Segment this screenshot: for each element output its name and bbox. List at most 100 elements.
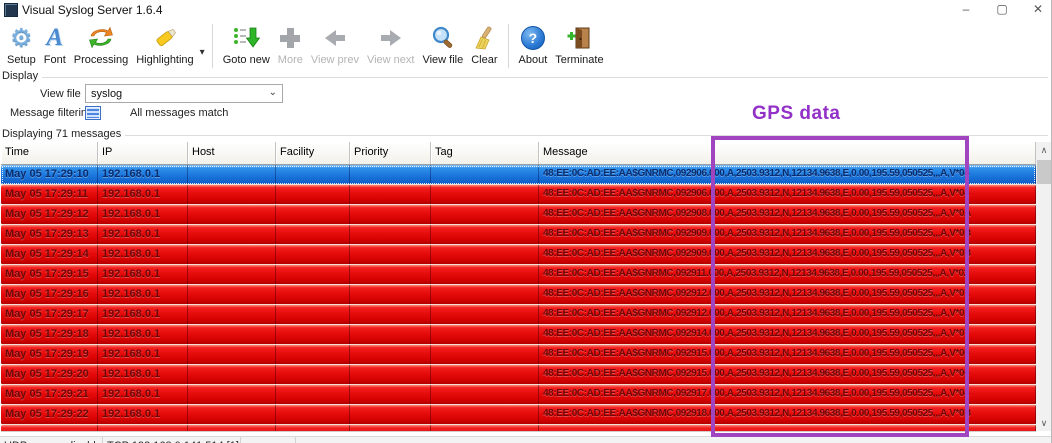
toolbar-button-label: Terminate: [555, 54, 603, 66]
toolbar-button-label: View prev: [311, 54, 359, 66]
toolbar-button-label: View next: [367, 54, 415, 66]
cell-time: May 05 17:29:18: [1, 325, 98, 344]
toolbar-button-label: Highlighting: [136, 54, 193, 66]
cell-time: May 05 17:29:17: [1, 305, 98, 324]
processing-arrows-icon: [87, 23, 115, 53]
column-header-time[interactable]: Time: [1, 142, 98, 164]
cell-facility: [276, 205, 350, 224]
cell-tag: [431, 285, 539, 304]
terminate-button[interactable]: Terminate: [552, 22, 606, 70]
cell-tag: [431, 205, 539, 224]
cell-priority: [350, 365, 431, 384]
column-header-host[interactable]: Host: [188, 142, 276, 164]
vertical-scrollbar[interactable]: ∧ ∨: [1036, 142, 1052, 431]
setup-button[interactable]: ⚙ Setup: [4, 22, 39, 70]
cell-time: May 05 17:29:21: [1, 385, 98, 404]
toolbar-button-label: Processing: [74, 54, 128, 66]
messages-count-label: Displaying 71 messages: [2, 128, 125, 140]
about-button[interactable]: ? About: [516, 22, 551, 70]
cell-tag: [431, 345, 539, 364]
column-header-ip[interactable]: IP: [98, 142, 188, 164]
cell-facility: [276, 365, 350, 384]
cell-message: 48:EE:0C:AD:EE:AA$GNRMC,092915.000,A,250…: [539, 345, 1036, 364]
cell-ip: 192.168.0.1: [98, 265, 188, 284]
cell-host: [188, 305, 276, 324]
table-row[interactable]: May 05 17:29:10192.168.0.148:EE:0C:AD:EE…: [1, 165, 1036, 185]
toolbar-button-label: More: [278, 54, 303, 66]
toolbar-button-label: Goto new: [223, 54, 270, 66]
cell-tag: [431, 245, 539, 264]
cell-tag: [431, 225, 539, 244]
table-row[interactable]: May 05 17:29:11192.168.0.148:EE:0C:AD:EE…: [1, 185, 1036, 205]
cell-priority: [350, 245, 431, 264]
maximize-button[interactable]: ▢: [995, 0, 1009, 19]
column-header-priority[interactable]: Priority: [350, 142, 431, 164]
scrollbar-thumb[interactable]: [1037, 160, 1051, 184]
toolbar-button-label: View file: [422, 54, 463, 66]
column-header-facility[interactable]: Facility: [276, 142, 350, 164]
table-row-partial: [1, 425, 1036, 432]
font-button[interactable]: A Font: [41, 22, 69, 70]
cell-tag: [431, 385, 539, 404]
filtering-status: All messages match: [130, 107, 228, 119]
table-row[interactable]: May 05 17:29:16192.168.0.148:EE:0C:AD:EE…: [1, 285, 1036, 305]
cell-facility: [276, 285, 350, 304]
column-header-message[interactable]: Message: [539, 142, 1036, 164]
table-row[interactable]: May 05 17:29:14192.168.0.148:EE:0C:AD:EE…: [1, 245, 1036, 265]
cell-message: 48:EE:0C:AD:EE:AA$GNRMC,092914.000,A,250…: [539, 325, 1036, 344]
cell-time: May 05 17:29:11: [1, 185, 98, 204]
table-row[interactable]: May 05 17:29:15192.168.0.148:EE:0C:AD:EE…: [1, 265, 1036, 285]
highlighting-dropdown-caret-icon[interactable]: ▾: [200, 47, 205, 58]
cell-time: May 05 17:29:19: [1, 345, 98, 364]
message-filtering-label: Message filtering: [10, 107, 93, 119]
scroll-down-icon[interactable]: ∨: [1036, 415, 1052, 431]
view-file-value: syslog: [91, 88, 122, 100]
cell-tag: [431, 185, 539, 204]
toolbar-button-label: About: [519, 54, 548, 66]
toolbar-separator: [212, 24, 213, 68]
chevron-down-icon: ⌄: [269, 87, 277, 98]
cell-priority: [350, 325, 431, 344]
cell-ip: 192.168.0.1: [98, 165, 188, 184]
cell-time: May 05 17:29:15: [1, 265, 98, 284]
view-file-button[interactable]: View file: [419, 22, 466, 70]
processing-button[interactable]: Processing: [71, 22, 131, 70]
minimize-button[interactable]: –: [959, 0, 973, 19]
cell-facility: [276, 185, 350, 204]
clear-button[interactable]: Clear: [468, 22, 500, 70]
display-group-border: [2, 77, 1048, 78]
cell-facility: [276, 305, 350, 324]
toolbar: ⚙ Setup A Font Processing: [0, 20, 1051, 72]
cell-host: [188, 325, 276, 344]
table-row[interactable]: May 05 17:29:13192.168.0.148:EE:0C:AD:EE…: [1, 225, 1036, 245]
table-row[interactable]: May 05 17:29:21192.168.0.148:EE:0C:AD:EE…: [1, 385, 1036, 405]
cell-facility: [276, 165, 350, 184]
table-row[interactable]: May 05 17:29:20192.168.0.148:EE:0C:AD:EE…: [1, 365, 1036, 385]
close-button[interactable]: ✕: [1031, 0, 1045, 19]
view-file-label: View file: [40, 88, 81, 100]
filter-icon[interactable]: [85, 106, 101, 120]
cell-tag: [431, 325, 539, 344]
table-row[interactable]: May 05 17:29:19192.168.0.148:EE:0C:AD:EE…: [1, 345, 1036, 365]
cell-ip: 192.168.0.1: [98, 325, 188, 344]
cell-facility: [276, 325, 350, 344]
cell-host: [188, 185, 276, 204]
cell-ip: 192.168.0.1: [98, 305, 188, 324]
window-title: Visual Syslog Server 1.6.4: [22, 3, 163, 17]
visual-syslog-window: Visual Syslog Server 1.6.4 – ▢ ✕ ⚙ Setup…: [0, 0, 1052, 443]
highlighting-button[interactable]: Highlighting: [133, 22, 196, 70]
cell-message: 48:EE:0C:AD:EE:AA$GNRMC,092917.000,A,250…: [539, 385, 1036, 404]
table-row[interactable]: May 05 17:29:22192.168.0.148:EE:0C:AD:EE…: [1, 405, 1036, 425]
table-row[interactable]: May 05 17:29:12192.168.0.148:EE:0C:AD:EE…: [1, 205, 1036, 225]
goto-new-button[interactable]: Goto new: [220, 22, 273, 70]
cell-priority: [350, 265, 431, 284]
table-row[interactable]: May 05 17:29:18192.168.0.1 48:EE:0C:AD:EE…: [1, 325, 1036, 345]
exit-door-icon: [566, 23, 592, 53]
scroll-up-icon[interactable]: ∧: [1036, 142, 1052, 158]
column-header-tag[interactable]: Tag: [431, 142, 539, 164]
cell-priority: [350, 165, 431, 184]
view-file-dropdown[interactable]: syslog ⌄: [85, 84, 283, 103]
cell-facility: [276, 345, 350, 364]
udp-status: UDP: server disabled: [0, 437, 103, 443]
table-row[interactable]: May 05 17:29:17192.168.0.148:EE:0C:AD:EE…: [1, 305, 1036, 325]
